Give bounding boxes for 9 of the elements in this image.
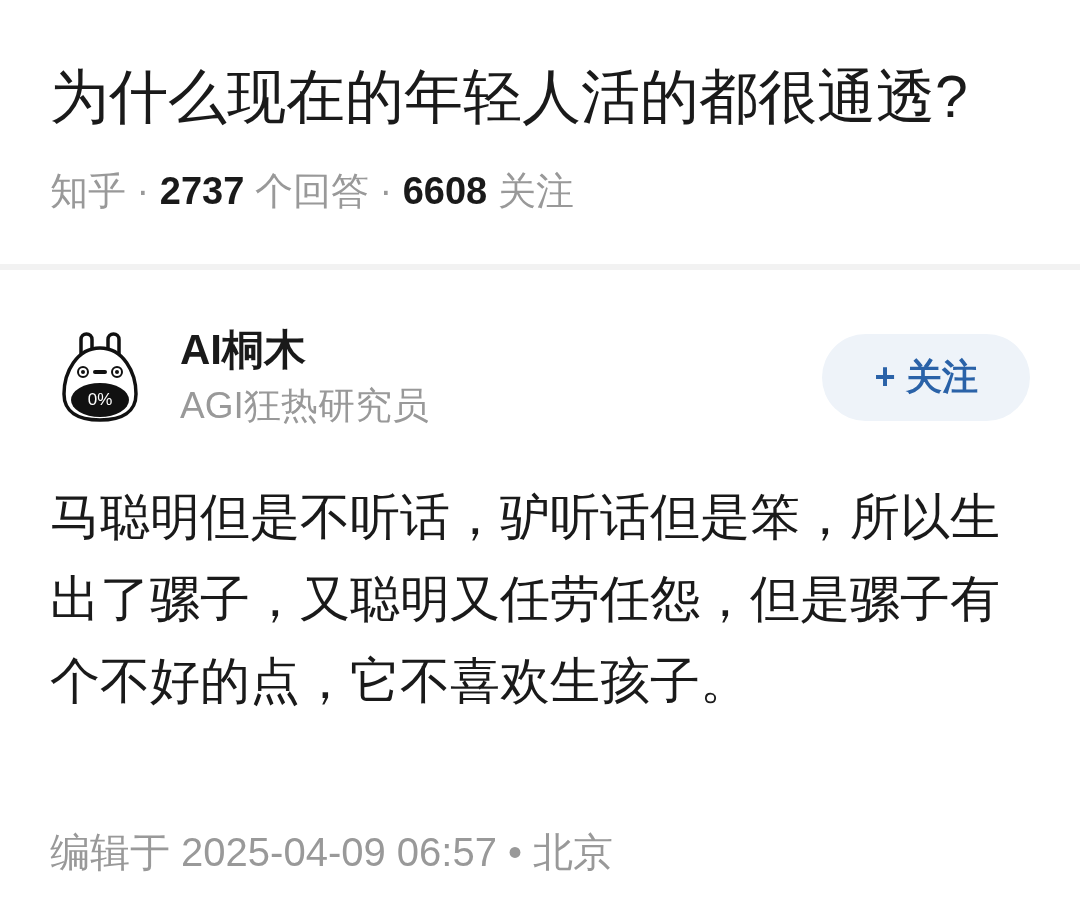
avatar-label: 0%: [87, 389, 113, 411]
edit-info: 编辑于 2025-04-09 06:57 • 北京: [50, 829, 614, 875]
answer-text: 马聪明但是不听话，驴听话但是笨，所以生出了骡子，又聪明又任劳任怨，但是骡子有个不好的点，它不喜欢生孩子。: [50, 488, 1001, 711]
question-title: 为什么现在的年轻人活的都很通透?: [50, 63, 968, 132]
author-headline: AGI狂热研究员: [180, 384, 429, 428]
author-name[interactable]: AI桐木: [180, 326, 306, 374]
question-meta: 知乎 · 2737 个回答 · 6608 关注: [50, 169, 574, 214]
follow-button[interactable]: + 关注: [822, 333, 1030, 421]
avatar-icon: [62, 332, 138, 422]
